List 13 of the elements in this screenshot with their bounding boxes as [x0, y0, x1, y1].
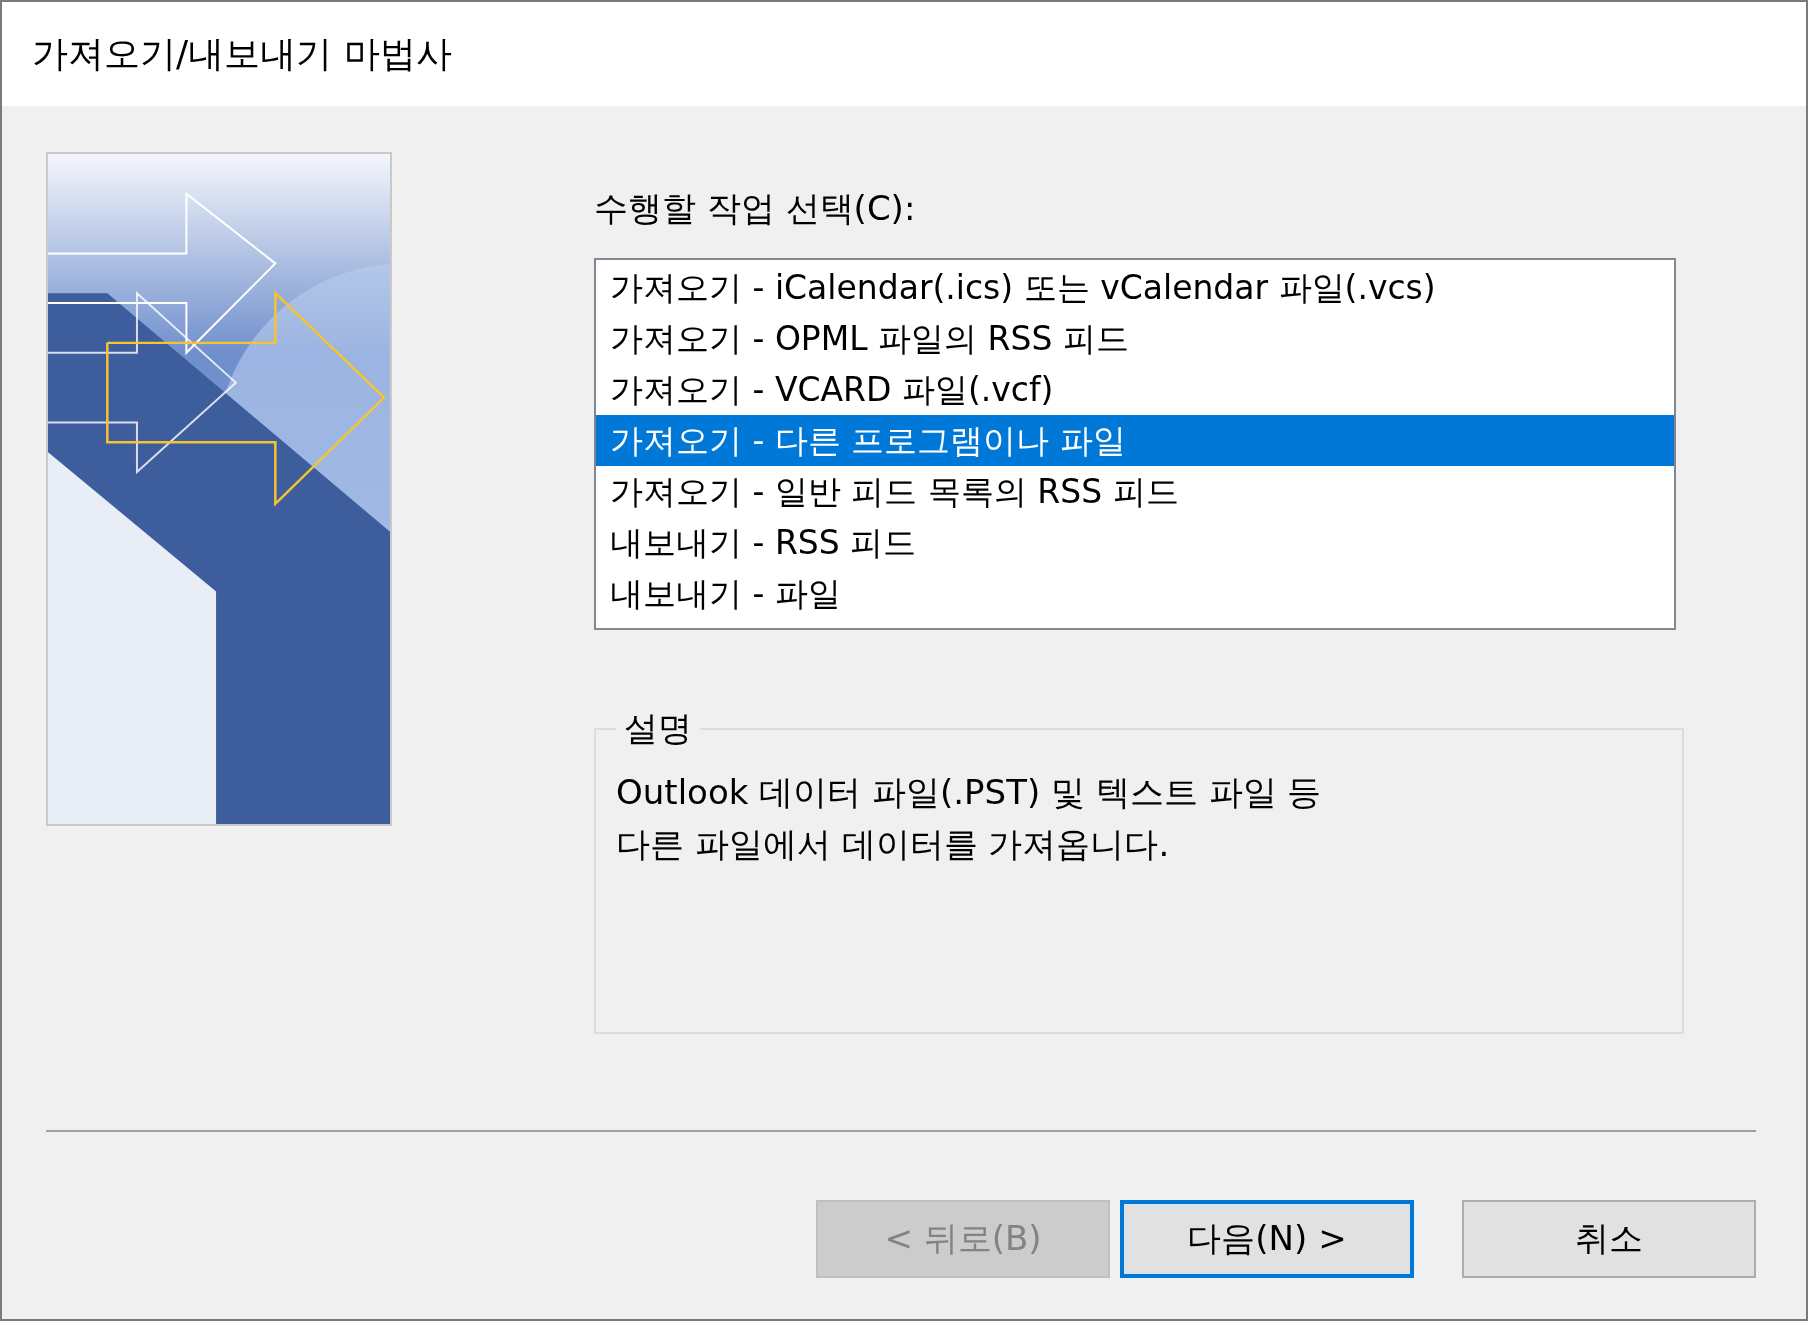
- window-title: 가져오기/내보내기 마법사: [32, 31, 452, 76]
- list-item[interactable]: 내보내기 - 파일: [596, 568, 1674, 619]
- next-button[interactable]: 다음(N) >: [1120, 1200, 1414, 1278]
- cancel-button[interactable]: 취소: [1462, 1200, 1756, 1278]
- list-item[interactable]: 가져오기 - 다른 프로그램이나 파일: [596, 415, 1674, 466]
- list-item[interactable]: 가져오기 - VCARD 파일(.vcf): [596, 364, 1674, 415]
- task-list-label: 수행할 작업 선택(C):: [594, 187, 917, 230]
- task-list[interactable]: 가져오기 - iCalendar(.ics) 또는 vCalendar 파일(.vcs) 가져오기 - OPML 파일의 RSS 피드 가져오기 - VCARD 파일(.vcf) 가져오기 - 다른 프로그램이나 파일 가져오기 - 일반 피드 목록의 RSS 피드 내보내기 - RSS 피드 내보내기 - 파일: [594, 258, 1676, 630]
- description-text: Outlook 데이터 파일(.PST) 및 텍스트 파일 등 다른 파일에서 데이터를 가져옵니다.: [616, 771, 1323, 866]
- list-item[interactable]: 가져오기 - 일반 피드 목록의 RSS 피드: [596, 466, 1674, 517]
- list-item[interactable]: 가져오기 - iCalendar(.ics) 또는 vCalendar 파일(.vcs): [596, 262, 1674, 313]
- list-item[interactable]: 가져오기 - OPML 파일의 RSS 피드: [596, 313, 1674, 364]
- list-item[interactable]: 내보내기 - RSS 피드: [596, 517, 1674, 568]
